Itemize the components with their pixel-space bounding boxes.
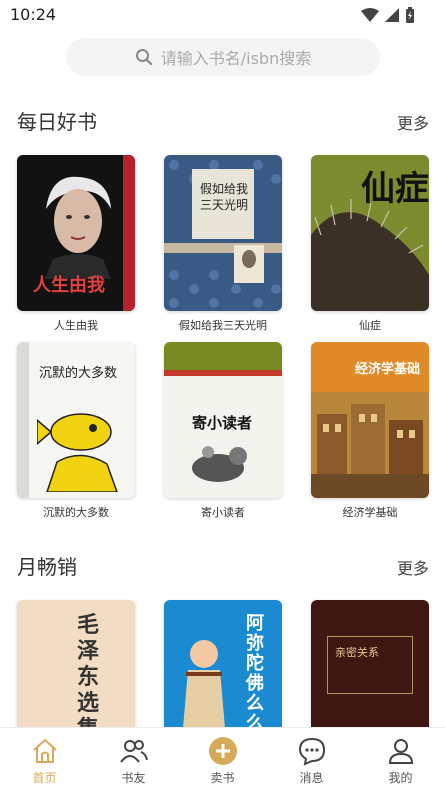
- status-bar: 10:24: [0, 0, 445, 30]
- book-cover: 沉默的大多数: [17, 342, 135, 498]
- section-title-monthly: 月畅销: [17, 555, 77, 579]
- tab-home[interactable]: 首页: [0, 728, 89, 791]
- book-card[interactable]: 寄小读者 寄小读者: [164, 342, 282, 520]
- book-card[interactable]: 亲密关系: [311, 600, 429, 740]
- book-cover: 寄小读者: [164, 342, 282, 498]
- battery-icon: [406, 7, 414, 23]
- search-icon: [135, 49, 152, 66]
- book-cover: 人生由我: [17, 155, 135, 311]
- book-card[interactable]: 沉默的大多数 沉默的大多数: [17, 342, 135, 520]
- tab-sell-label: 卖书: [210, 771, 235, 785]
- search-placeholder: 请输入书名/isbn搜索: [160, 49, 312, 68]
- signal-icon: [385, 8, 399, 22]
- book-card[interactable]: 人生由我 人生由我: [17, 155, 135, 333]
- book-card[interactable]: 假如给我三天光明 假如给我三天光明: [164, 155, 282, 333]
- tab-friends-label: 书友: [121, 771, 146, 785]
- book-card[interactable]: 经济学基础 经济学基础: [311, 342, 429, 520]
- section-title-daily: 每日好书: [17, 110, 97, 134]
- book-cover: 亲密关系: [311, 600, 429, 740]
- tab-friends[interactable]: 书友: [89, 728, 178, 791]
- book-title: 仙症: [359, 319, 381, 332]
- friends-icon: [119, 740, 148, 763]
- book-card[interactable]: 毛泽东选集: [17, 600, 135, 740]
- message-icon: [298, 737, 325, 766]
- book-title: 经济学基础: [342, 506, 398, 519]
- book-cover: 仙症: [311, 155, 429, 311]
- book-cover: 假如给我三天光明: [164, 155, 282, 311]
- tab-profile-label: 我的: [388, 771, 413, 785]
- book-cover: 经济学基础: [311, 342, 429, 498]
- wifi-icon: [361, 8, 379, 22]
- status-time: 10:24: [10, 5, 57, 24]
- bottom-tab-bar: 首页 书友 卖书 消息 我的: [0, 727, 445, 791]
- book-title: 沉默的大多数: [43, 506, 109, 519]
- tab-profile[interactable]: 我的: [356, 728, 445, 791]
- tab-home-label: 首页: [32, 771, 57, 785]
- more-link-monthly[interactable]: 更多: [397, 555, 429, 579]
- book-title: 寄小读者: [201, 506, 245, 519]
- book-cover: 毛泽东选集: [17, 600, 135, 740]
- tab-messages[interactable]: 消息: [267, 728, 356, 791]
- search-input[interactable]: 请输入书名/isbn搜索: [66, 38, 380, 76]
- book-card[interactable]: 阿弥陀佛么么哒: [164, 600, 282, 740]
- home-icon: [32, 739, 57, 763]
- book-title: 人生由我: [54, 319, 98, 332]
- book-title: 假如给我三天光明: [179, 319, 267, 332]
- more-link-daily[interactable]: 更多: [397, 110, 429, 134]
- user-icon: [388, 739, 413, 764]
- status-icons: [361, 7, 415, 23]
- book-cover: 阿弥陀佛么么哒: [164, 600, 282, 740]
- plus-circle-icon: [208, 737, 237, 765]
- tab-messages-label: 消息: [299, 771, 324, 785]
- book-card[interactable]: 仙症 仙症: [311, 155, 429, 333]
- tab-sell[interactable]: 卖书: [178, 728, 267, 791]
